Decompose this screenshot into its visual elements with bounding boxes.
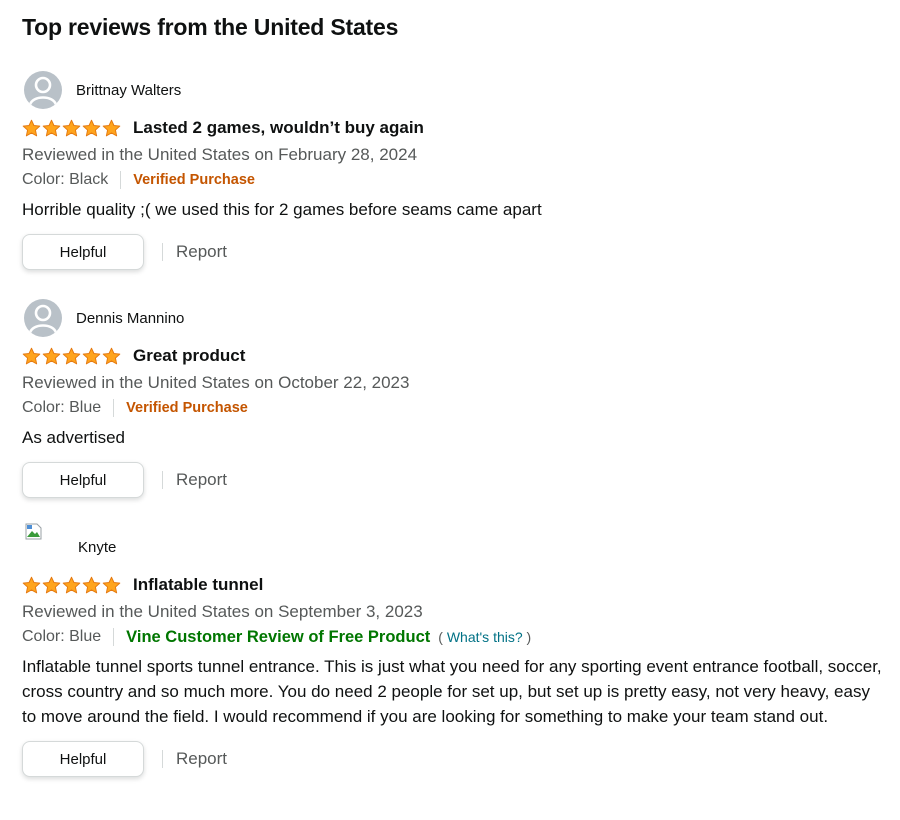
- divider: [120, 171, 122, 189]
- star-icon: [62, 119, 81, 136]
- review-card: Brittnay Walters Lasted 2 games, wouldn’…: [22, 71, 882, 270]
- whats-this-wrapper: ( What's this? ): [438, 629, 531, 645]
- default-avatar-icon: [24, 71, 62, 109]
- reviewer-profile[interactable]: Knyte: [22, 523, 882, 566]
- star-icon: [82, 119, 101, 136]
- star-icon: [62, 347, 81, 364]
- helpful-button[interactable]: Helpful: [22, 234, 144, 270]
- review-title[interactable]: Great product: [133, 346, 245, 366]
- close-paren: ): [526, 629, 532, 645]
- star-icon: [102, 347, 121, 364]
- reviewer-name: Dennis Mannino: [76, 309, 185, 327]
- report-link[interactable]: Report: [176, 242, 227, 262]
- reviewer-name: Knyte: [78, 538, 117, 556]
- star-icon: [42, 347, 61, 364]
- reviews-section: Top reviews from the United States Britt…: [22, 12, 882, 777]
- product-color: Color: Black: [22, 171, 109, 188]
- helpful-button[interactable]: Helpful: [22, 741, 144, 777]
- whats-this-link[interactable]: What's this?: [447, 629, 523, 645]
- verified-purchase-badge: Verified Purchase: [133, 172, 255, 188]
- five-star-rating-icon[interactable]: [22, 119, 121, 138]
- report-link[interactable]: Report: [176, 470, 227, 490]
- five-star-rating-icon[interactable]: [22, 347, 121, 366]
- review-date: Reviewed in the United States on October…: [22, 373, 410, 392]
- reviewer-name: Brittnay Walters: [76, 81, 182, 99]
- star-icon: [42, 576, 61, 593]
- star-icon: [82, 576, 101, 593]
- helpful-button[interactable]: Helpful: [22, 462, 144, 498]
- divider: [113, 399, 115, 417]
- review-title[interactable]: Inflatable tunnel: [133, 575, 263, 595]
- review-body: Inflatable tunnel sports tunnel entrance…: [22, 657, 882, 726]
- divider: [162, 243, 163, 261]
- report-link[interactable]: Report: [176, 749, 227, 769]
- broken-image-icon: [24, 522, 44, 542]
- divider: [162, 750, 163, 768]
- section-title: Top reviews from the United States: [22, 14, 399, 40]
- open-paren: (: [438, 629, 443, 645]
- vine-review-badge: Vine Customer Review of Free Product: [126, 627, 431, 646]
- product-color: Color: Blue: [22, 399, 102, 416]
- review-body: As advertised: [22, 428, 125, 447]
- star-icon: [22, 347, 41, 364]
- star-icon: [82, 347, 101, 364]
- review-date: Reviewed in the United States on Februar…: [22, 145, 418, 164]
- star-icon: [42, 119, 61, 136]
- five-star-rating-icon[interactable]: [22, 576, 121, 595]
- review-date: Reviewed in the United States on Septemb…: [22, 602, 423, 621]
- divider: [113, 628, 115, 646]
- verified-purchase-badge: Verified Purchase: [126, 400, 248, 416]
- review-body: Horrible quality ;( we used this for 2 g…: [22, 200, 542, 219]
- star-icon: [62, 576, 81, 593]
- product-color: Color: Blue: [22, 628, 102, 645]
- review-card: Dennis Mannino Great product Reviewed in…: [22, 299, 882, 498]
- divider: [162, 471, 163, 489]
- review-title[interactable]: Lasted 2 games, wouldn’t buy again: [133, 118, 424, 138]
- reviewer-profile[interactable]: Brittnay Walters: [22, 71, 882, 109]
- star-icon: [102, 576, 121, 593]
- star-icon: [22, 119, 41, 136]
- reviewer-profile[interactable]: Dennis Mannino: [22, 299, 882, 337]
- star-icon: [102, 119, 121, 136]
- default-avatar-icon: [24, 299, 62, 337]
- review-card: Knyte Inflatable tunnel Reviewed in the …: [22, 523, 882, 777]
- star-icon: [22, 576, 41, 593]
